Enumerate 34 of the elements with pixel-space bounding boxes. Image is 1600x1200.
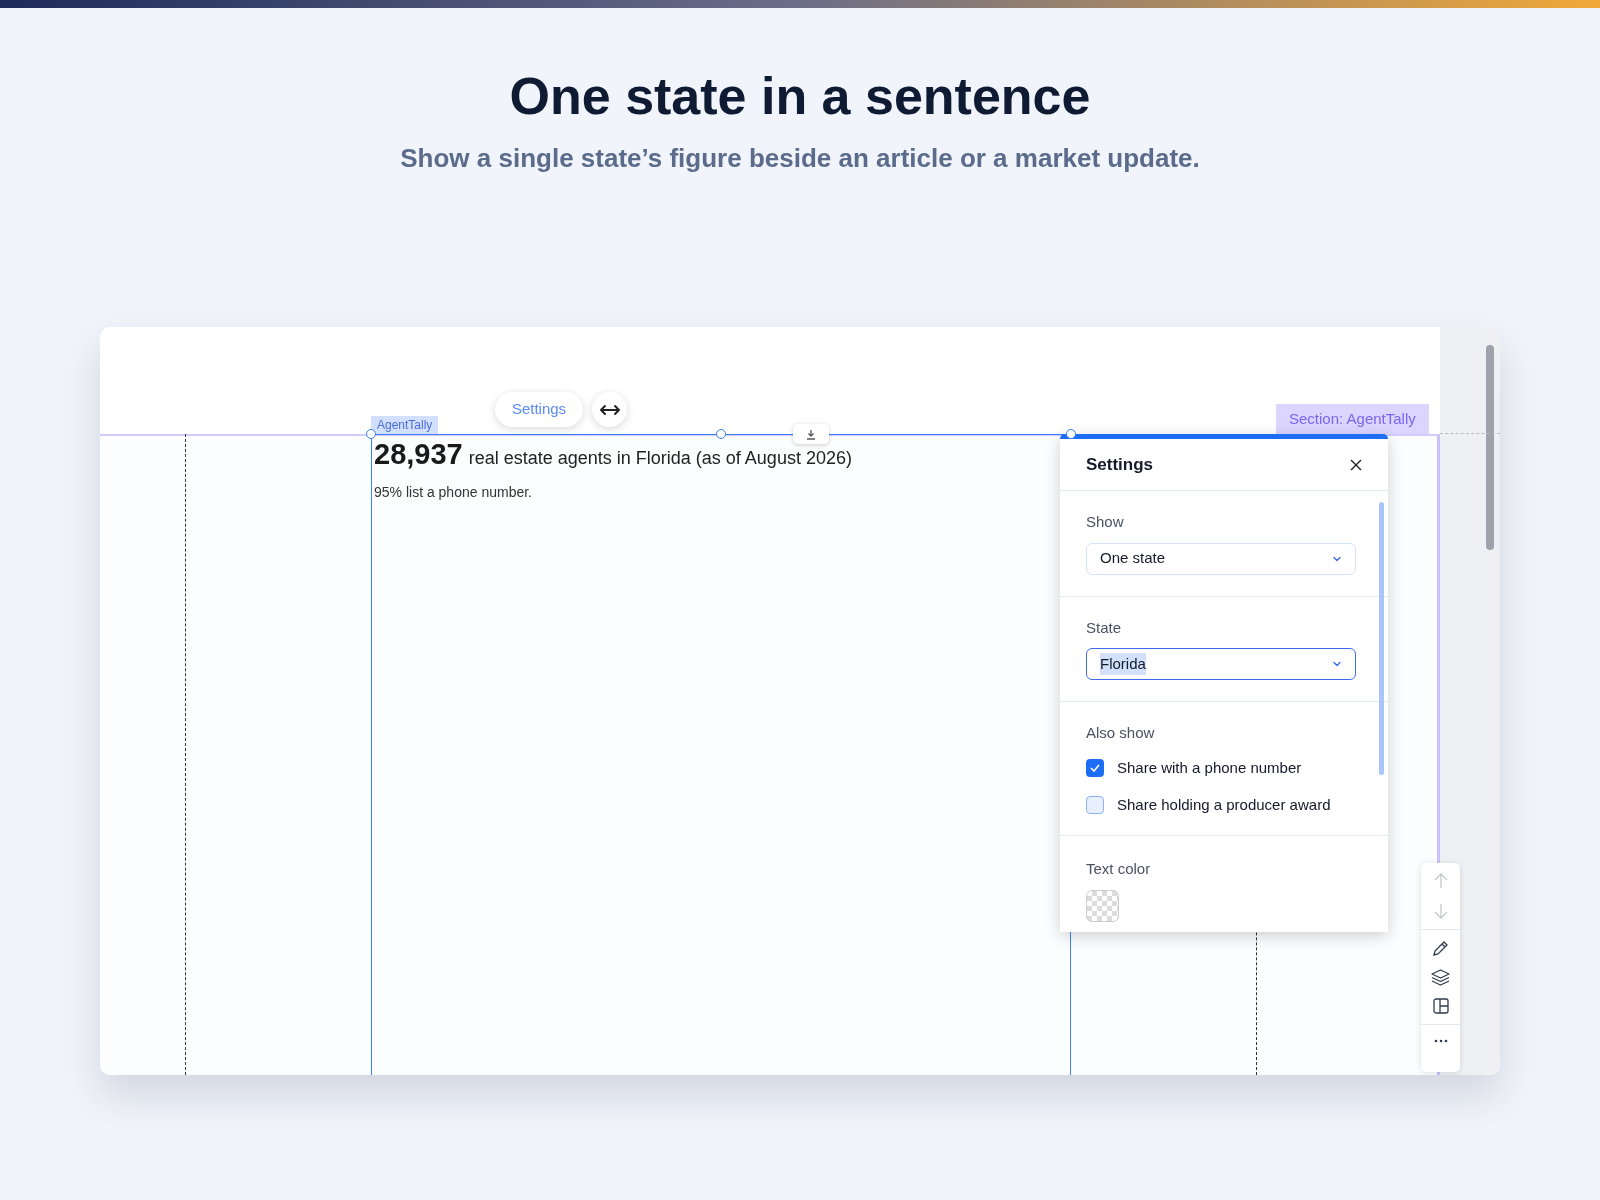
dropdown-field[interactable]: Florida — [1086, 648, 1356, 680]
scrollbar-thumb[interactable] — [1486, 345, 1494, 550]
download-icon — [806, 428, 816, 440]
agent-count: 28,937 — [374, 437, 463, 472]
field-label: State — [1086, 617, 1123, 638]
guide-line — [1440, 433, 1500, 434]
horizontal-arrows-icon — [598, 403, 621, 416]
color-swatch[interactable] — [1086, 890, 1119, 922]
field-label: Show — [1086, 512, 1125, 532]
pencil-icon[interactable] — [1432, 940, 1449, 957]
download-handle[interactable] — [793, 424, 829, 444]
headline-text: real estate agents in Florida (as of August 2026) — [468, 447, 852, 470]
dropdown-value: Florida — [1100, 652, 1146, 676]
dropdown-value: One state — [1100, 548, 1166, 569]
note-text: 95% list a phone number. — [374, 483, 532, 502]
panel-title: Settings — [1086, 453, 1154, 476]
stretch-button[interactable] — [592, 392, 627, 427]
checkbox[interactable] — [1086, 758, 1104, 777]
check-icon — [1090, 763, 1100, 772]
widget-label: AgentTally — [371, 416, 439, 434]
checkbox-label: Share holding a producer award — [1117, 795, 1331, 815]
layers-icon[interactable] — [1431, 969, 1450, 986]
section-heading: Also show — [1086, 723, 1156, 743]
checkbox-label: Share with a phone number — [1117, 757, 1302, 778]
field-label: Text color — [1086, 858, 1152, 879]
more-icon[interactable] — [1433, 1039, 1448, 1043]
resize-handle[interactable] — [716, 429, 726, 439]
page-heading: One state in a sentence — [508, 66, 1092, 127]
dropdown-field[interactable]: One state — [1086, 542, 1356, 575]
checkbox[interactable] — [1086, 796, 1104, 815]
close-icon[interactable] — [1350, 458, 1362, 471]
layout-icon[interactable] — [1432, 998, 1449, 1014]
panel-scrollbar[interactable] — [1379, 502, 1384, 775]
page-subtitle: Show a single state’s figure beside an article or a market update. — [399, 142, 1201, 175]
